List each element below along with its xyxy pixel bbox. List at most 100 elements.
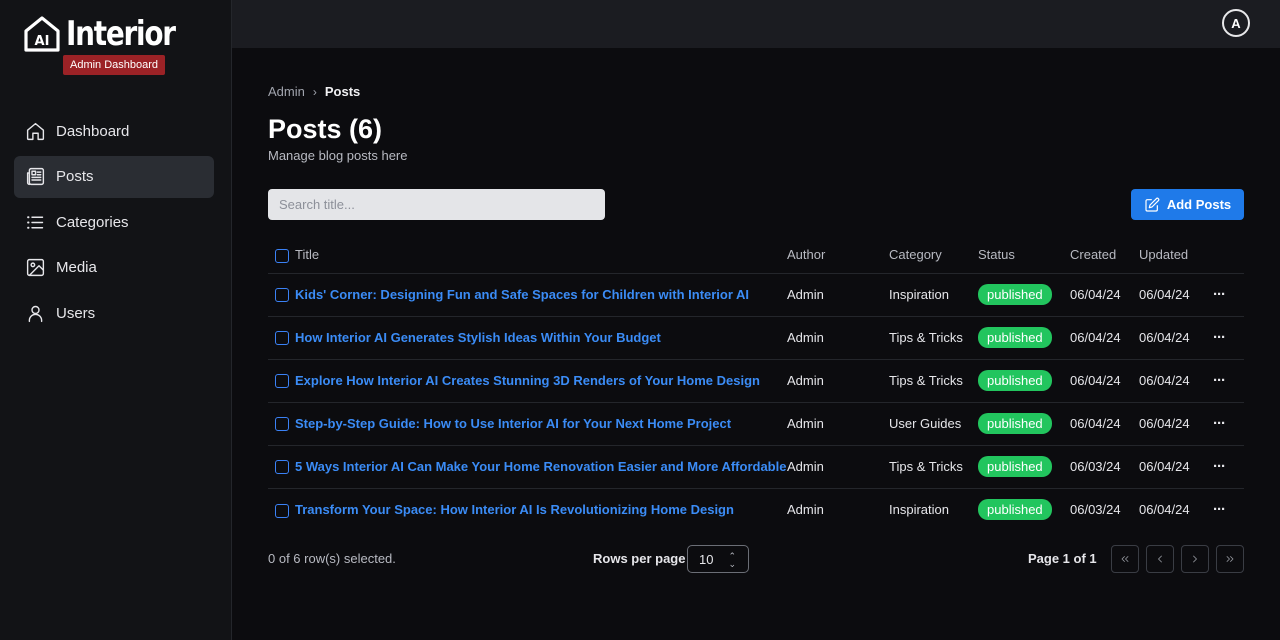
more-options-icon[interactable]: ··· (1213, 286, 1226, 303)
sidebar-item-media[interactable]: Media (14, 247, 214, 289)
post-title-link[interactable]: Kids' Corner: Designing Fun and Safe Spa… (295, 287, 749, 302)
post-category: Tips & Tricks (889, 459, 963, 474)
breadcrumb-admin-link[interactable]: Admin (268, 84, 305, 99)
status-badge: published (978, 499, 1052, 521)
post-title-link[interactable]: Transform Your Space: How Interior AI Is… (295, 502, 734, 517)
sidebar: AI Interior Admin Dashboard Dashboard Po… (0, 0, 232, 640)
brand-logo[interactable]: AI Interior (24, 12, 199, 56)
post-title-link[interactable]: 5 Ways Interior AI Can Make Your Home Re… (295, 459, 786, 474)
chevron-right-icon (1193, 555, 1197, 563)
column-header-created[interactable]: Created (1070, 237, 1139, 273)
select-all-checkbox[interactable] (275, 248, 289, 263)
last-page-button[interactable] (1216, 545, 1244, 573)
post-author: Admin (787, 373, 824, 388)
row-checkbox[interactable] (275, 374, 289, 389)
user-icon (24, 302, 46, 324)
post-category: Tips & Tricks (889, 330, 963, 345)
post-updated: 06/04/24 (1139, 416, 1190, 431)
post-updated: 06/04/24 (1139, 330, 1190, 345)
post-updated: 06/04/24 (1139, 502, 1190, 518)
post-created: 06/03/24 (1070, 459, 1121, 474)
first-page-button[interactable] (1111, 545, 1139, 573)
table-row[interactable]: Step-by-Step Guide: How to Use Interior … (268, 402, 1244, 445)
breadcrumb-current: Posts (324, 84, 361, 99)
more-options-icon[interactable]: ··· (1213, 501, 1226, 518)
row-checkbox[interactable] (275, 460, 289, 475)
column-header-category[interactable]: Category (889, 237, 978, 273)
table-row[interactable]: How Interior AI Generates Stylish Ideas … (268, 316, 1244, 359)
next-page-button[interactable] (1181, 545, 1209, 573)
image-icon (24, 257, 46, 279)
brand-name: Interior (66, 14, 176, 54)
list-icon (24, 211, 46, 233)
sidebar-item-users[interactable]: Users (14, 292, 214, 334)
house-logo-icon: AI (24, 16, 60, 52)
row-checkbox[interactable] (275, 331, 289, 346)
user-avatar[interactable]: A (1222, 9, 1250, 37)
svg-text:AI: AI (35, 34, 50, 49)
post-created: 06/04/24 (1070, 330, 1121, 345)
chevrons-right-icon (1226, 556, 1234, 562)
post-author: Admin (787, 459, 824, 474)
post-created: 06/04/24 (1070, 287, 1121, 302)
add-posts-button[interactable]: Add Posts (1131, 189, 1244, 220)
column-label: Title (295, 246, 320, 262)
post-category: User Guides (889, 416, 962, 431)
rows-per-page-select[interactable]: 10 ⌃ ⌄ (687, 545, 749, 573)
sidebar-item-dashboard[interactable]: Dashboard (14, 110, 214, 152)
page-title: Posts (6) (268, 114, 383, 144)
previous-page-button[interactable] (1146, 545, 1174, 573)
more-options-icon[interactable]: ··· (1213, 329, 1226, 346)
post-author: Admin (787, 330, 824, 345)
admin-dashboard-badge: Admin Dashboard (63, 55, 166, 75)
selected-row-count: 0 of 6 row(s) selected. (268, 551, 396, 566)
post-title-link[interactable]: How Interior AI Generates Stylish Ideas … (295, 330, 661, 345)
sidebar-item-categories[interactable]: Categories (14, 201, 214, 243)
more-options-icon[interactable]: ··· (1213, 372, 1226, 389)
column-header-actions (1213, 237, 1244, 273)
row-checkbox[interactable] (275, 417, 289, 432)
page-subtitle: Manage blog posts here (268, 148, 408, 163)
table-row[interactable]: 5 Ways Interior AI Can Make Your Home Re… (268, 445, 1244, 488)
page-info: Page 1 of 1 (1028, 551, 1097, 566)
post-author: Admin (787, 287, 824, 302)
row-checkbox[interactable] (275, 288, 289, 303)
sidebar-item-label: Posts (56, 168, 94, 186)
search-input[interactable] (268, 189, 605, 220)
more-options-icon[interactable]: ··· (1213, 415, 1226, 432)
row-checkbox[interactable] (275, 503, 289, 518)
chevron-right-icon: › (312, 84, 317, 99)
posts-table: Title Author Category Status Created Upd… (268, 237, 1244, 531)
add-posts-label: Add Posts (1166, 197, 1232, 212)
post-category: Inspiration (889, 287, 949, 302)
chevron-up-down-icon: ⌃ ⌄ (728, 551, 736, 569)
status-badge: published (978, 284, 1052, 305)
post-category: Inspiration (889, 502, 949, 518)
post-author: Admin (787, 416, 824, 431)
post-updated: 06/04/24 (1139, 459, 1190, 474)
sidebar-item-label: Media (56, 259, 97, 277)
more-options-icon[interactable]: ··· (1213, 458, 1226, 475)
column-header-author[interactable]: Author (787, 237, 889, 273)
rows-per-page-label: Rows per page (593, 551, 686, 566)
post-title-link[interactable]: Explore How Interior AI Creates Stunning… (295, 373, 760, 388)
sidebar-item-posts[interactable]: Posts (14, 155, 214, 198)
post-updated: 06/04/24 (1139, 373, 1190, 388)
post-created: 06/04/24 (1070, 416, 1121, 431)
post-created: 06/03/24 (1070, 502, 1121, 518)
rows-per-page-value: 10 (699, 551, 714, 567)
table-row[interactable]: Transform Your Space: How Interior AI Is… (268, 488, 1244, 531)
chevrons-left-icon (1121, 556, 1129, 562)
status-badge: published (978, 456, 1052, 477)
sidebar-item-label: Dashboard (56, 122, 130, 140)
column-header-status[interactable]: Status (978, 237, 1070, 273)
chevron-left-icon (1158, 555, 1162, 563)
post-title-link[interactable]: Step-by-Step Guide: How to Use Interior … (295, 416, 731, 431)
table-row[interactable]: Explore How Interior AI Creates Stunning… (268, 359, 1244, 402)
sidebar-item-label: Users (56, 304, 96, 322)
column-header-title: Title (268, 237, 787, 273)
post-updated: 06/04/24 (1139, 287, 1190, 302)
table-row[interactable]: Kids' Corner: Designing Fun and Safe Spa… (268, 273, 1244, 316)
column-header-updated[interactable]: Updated (1139, 237, 1213, 273)
status-badge: published (978, 413, 1052, 434)
